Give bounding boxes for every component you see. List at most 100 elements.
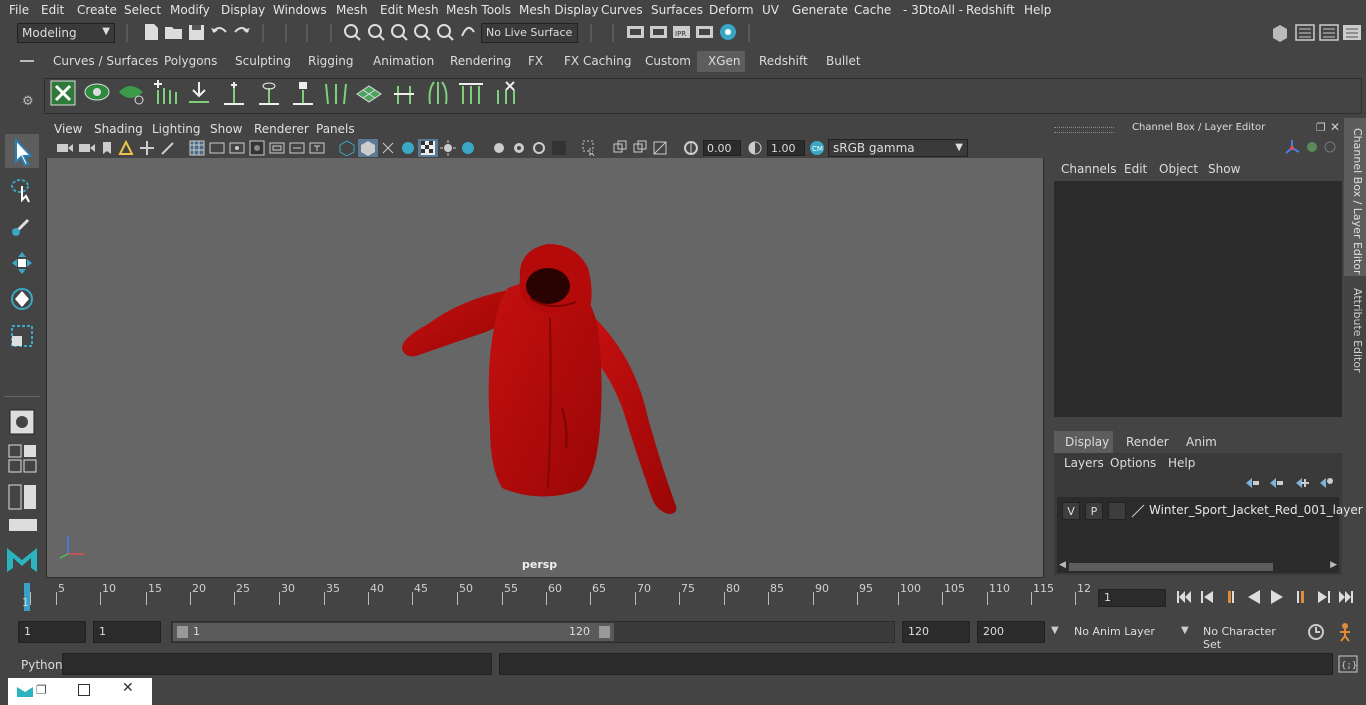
- xray-joints-icon[interactable]: [612, 140, 628, 156]
- hyperbolic-icon[interactable]: [1323, 140, 1337, 154]
- restore-icon[interactable]: ❐: [36, 683, 47, 697]
- shelf-tab-animation[interactable]: Animation: [373, 54, 434, 70]
- layer-visibility-toggle[interactable]: V: [1062, 502, 1080, 520]
- layer-type-toggle[interactable]: [1108, 502, 1126, 520]
- make-live-icon[interactable]: [458, 22, 480, 44]
- menu-help[interactable]: Help: [1024, 3, 1051, 17]
- xgen-scale-icon[interactable]: [390, 80, 418, 106]
- viewport-menu-renderer[interactable]: Renderer: [254, 122, 309, 136]
- gate-mask-icon[interactable]: [249, 140, 265, 156]
- chevron-down-icon[interactable]: ▼: [1181, 625, 1189, 636]
- field-chart-icon[interactable]: [269, 140, 285, 156]
- safe-action-icon[interactable]: [289, 140, 305, 156]
- scroll-left-icon[interactable]: ◀: [1059, 560, 1066, 570]
- open-scene-icon[interactable]: [164, 22, 186, 44]
- snap-point-icon[interactable]: [389, 22, 411, 44]
- grid-toggle-icon[interactable]: [189, 140, 205, 156]
- layer-name[interactable]: Winter_Sport_Jacket_Red_001_layer: [1149, 503, 1363, 517]
- gamma-icon[interactable]: [747, 140, 763, 156]
- live-surface-field[interactable]: No Live Surface: [481, 23, 578, 43]
- range-slider-track[interactable]: 1 120: [171, 621, 895, 643]
- step-forward-key-icon[interactable]: [1314, 589, 1332, 605]
- step-back-frame-icon[interactable]: [1222, 589, 1240, 605]
- xgen-select-guide-icon[interactable]: [255, 80, 283, 106]
- textured-icon[interactable]: [400, 140, 416, 156]
- xgen-cut-guide-icon[interactable]: [492, 80, 520, 106]
- rotate-tool-icon[interactable]: [10, 286, 36, 314]
- camera-select-icon[interactable]: [56, 140, 74, 156]
- playback-start-field[interactable]: 1: [93, 621, 161, 643]
- menu-redshift[interactable]: Redshift: [966, 3, 1015, 17]
- layer-scrollbar[interactable]: ◀ ▶: [1057, 560, 1339, 573]
- step-back-key-icon[interactable]: [1199, 589, 1217, 605]
- menu-edit-mesh[interactable]: Edit Mesh: [380, 3, 439, 17]
- layout-two-panel-icon[interactable]: [8, 483, 38, 511]
- viewport-menu-lighting[interactable]: Lighting: [152, 122, 201, 136]
- soft-select-icon[interactable]: [8, 408, 36, 436]
- menu-display[interactable]: Display: [221, 3, 265, 17]
- tool-settings-toggle-icon[interactable]: [1342, 23, 1364, 45]
- use-all-lights-icon[interactable]: [420, 140, 436, 156]
- playback-end-field[interactable]: 120: [902, 621, 970, 643]
- viewport-menu-panels[interactable]: Panels: [316, 122, 355, 136]
- backface-cull-icon[interactable]: [652, 140, 668, 156]
- shelf-tab-rendering[interactable]: Rendering: [450, 54, 511, 70]
- new-scene-icon[interactable]: [142, 22, 164, 44]
- layers-menu[interactable]: Layers: [1064, 456, 1104, 470]
- xgen-leaf-icon[interactable]: [117, 80, 145, 106]
- xgen-move-guide-icon[interactable]: [185, 80, 213, 106]
- shelf-settings-gear-icon[interactable]: ⚙: [22, 94, 34, 109]
- exposure-icon[interactable]: [683, 140, 699, 156]
- wireframe-icon[interactable]: [339, 140, 355, 157]
- save-scene-icon[interactable]: [187, 22, 209, 44]
- bookmark-icon[interactable]: [100, 140, 114, 156]
- menu-mesh-tools[interactable]: Mesh Tools: [446, 3, 511, 17]
- ipr-render-icon[interactable]: [649, 23, 671, 45]
- float-panel-icon[interactable]: ❐: [1316, 121, 1326, 134]
- menu-create[interactable]: Create: [77, 3, 117, 17]
- channel-object-menu[interactable]: Object: [1159, 162, 1198, 176]
- mode-selector[interactable]: Modeling ▼: [17, 23, 115, 43]
- xgen-editor-icon[interactable]: [50, 80, 76, 106]
- maximize-icon[interactable]: [78, 684, 90, 696]
- snap-view-icon[interactable]: [412, 22, 434, 44]
- minimized-window-bar[interactable]: ❐ ✕: [8, 678, 152, 705]
- menu-generate[interactable]: Generate: [792, 3, 848, 17]
- menu-curves[interactable]: Curves: [601, 3, 643, 17]
- menu-mesh-display[interactable]: Mesh Display: [519, 3, 599, 17]
- select-tool-icon[interactable]: [10, 137, 36, 167]
- shelf-tab-fx[interactable]: FX: [528, 54, 543, 70]
- motion-blur-icon[interactable]: [491, 140, 507, 156]
- hypershade-icon[interactable]: [719, 23, 741, 45]
- image-plane-icon[interactable]: [118, 139, 134, 156]
- scale-tool-icon[interactable]: [10, 322, 36, 350]
- shelf-tab-fx-caching[interactable]: FX Caching: [564, 54, 631, 70]
- channel-show-menu[interactable]: Show: [1208, 162, 1240, 176]
- viewport-menu-view[interactable]: View: [54, 122, 82, 136]
- shelf-tab-polygons[interactable]: Polygons: [164, 54, 217, 70]
- animation-start-field[interactable]: 1: [18, 621, 86, 643]
- shelf-tab-xgen[interactable]: XGen: [708, 54, 741, 70]
- auto-key-icon[interactable]: [1306, 622, 1326, 642]
- layer-color-swatch[interactable]: [1130, 503, 1146, 519]
- layer-scrollbar-thumb[interactable]: [1069, 563, 1273, 571]
- snap-surface-icon[interactable]: [435, 22, 457, 44]
- channel-list[interactable]: [1054, 181, 1342, 417]
- layer-playback-toggle[interactable]: P: [1085, 502, 1103, 520]
- animation-prefs-icon[interactable]: [1334, 622, 1356, 642]
- menu-modify[interactable]: Modify: [170, 3, 210, 17]
- shelf-tab-custom[interactable]: Custom: [645, 54, 691, 70]
- xgen-lock-guide-icon[interactable]: [289, 80, 317, 106]
- color-management-icon[interactable]: CM: [809, 140, 825, 156]
- snap-curve-icon[interactable]: [366, 22, 388, 44]
- close-window-icon[interactable]: ✕: [122, 680, 134, 696]
- layer-options-menu[interactable]: Options: [1110, 456, 1156, 470]
- multisample-aa-icon[interactable]: [511, 140, 527, 156]
- xgen-sculpt-guide-icon[interactable]: [457, 80, 485, 106]
- layer-tab-display[interactable]: Display: [1065, 435, 1109, 449]
- manipulator-icon[interactable]: [1283, 138, 1301, 156]
- close-icon[interactable]: ✕: [1330, 120, 1340, 134]
- render-frame-icon[interactable]: [626, 23, 648, 45]
- play-forwards-icon[interactable]: [1268, 589, 1286, 605]
- resolution-gate-icon[interactable]: [229, 140, 245, 156]
